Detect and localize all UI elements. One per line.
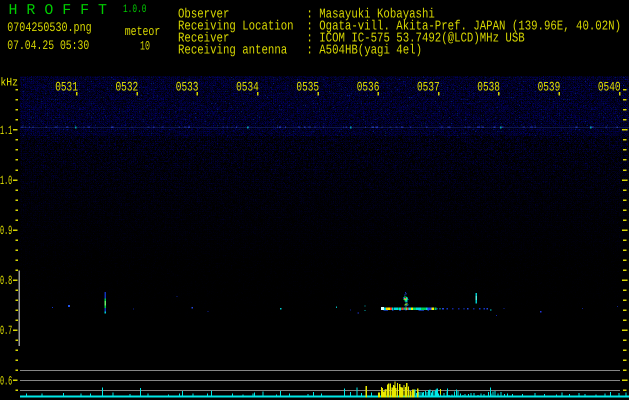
svg-text:meteor: meteor: [125, 24, 161, 39]
svg-text:0532: 0532: [115, 79, 138, 94]
svg-text:1.0.0: 1.0.0: [123, 4, 147, 16]
svg-text:0537: 0537: [417, 79, 440, 94]
svg-text:0.6: 0.6: [0, 374, 12, 388]
svg-text:0540: 0540: [598, 79, 621, 94]
svg-text:0.7: 0.7: [0, 324, 12, 338]
svg-text:0536: 0536: [357, 79, 380, 94]
svg-text:kHz: kHz: [0, 76, 18, 89]
svg-text:0.8: 0.8: [0, 274, 12, 288]
svg-text:0539: 0539: [538, 79, 561, 94]
svg-text:1.1: 1.1: [0, 124, 12, 138]
svg-text:1.0: 1.0: [0, 174, 12, 188]
svg-text:0533: 0533: [176, 79, 199, 94]
svg-text:07.04.25 05:30: 07.04.25 05:30: [7, 38, 89, 53]
svg-text:0534: 0534: [236, 79, 259, 94]
svg-text:0535: 0535: [296, 79, 319, 94]
svg-text:Receiving antenna : A504HB(y: Receiving antenna : A504HB(yagi 4el): [178, 44, 422, 59]
svg-text:0.9: 0.9: [0, 224, 12, 238]
svg-text:H R O F F T: H R O F F T: [9, 2, 108, 19]
svg-text:0538: 0538: [477, 79, 500, 94]
svg-text:0531: 0531: [55, 79, 78, 94]
svg-text:10: 10: [140, 39, 150, 54]
svg-text:0704250530.png: 0704250530.png: [7, 20, 91, 35]
